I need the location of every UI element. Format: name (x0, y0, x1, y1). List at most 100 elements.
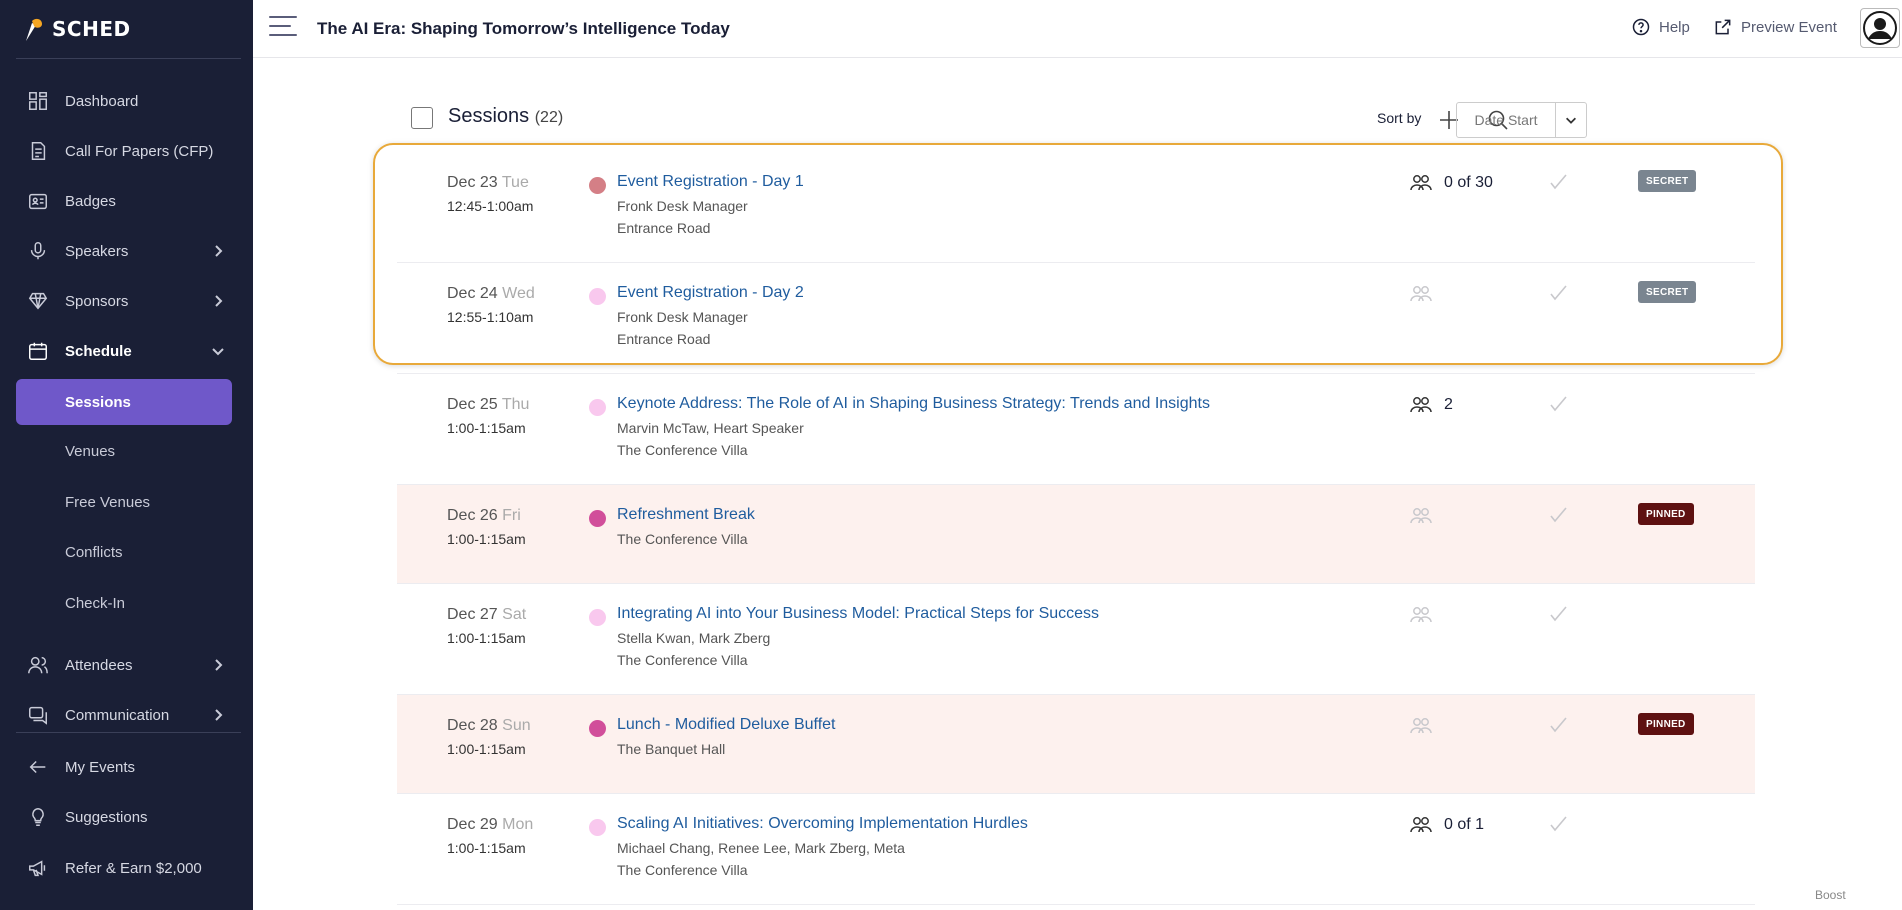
checkmark-icon[interactable] (1546, 503, 1570, 527)
capacity-icon[interactable] (1409, 172, 1433, 194)
session-type-dot (589, 399, 606, 416)
hamburger-menu-icon[interactable] (269, 16, 297, 40)
sidebar-item-badges[interactable]: Badges (16, 178, 232, 224)
session-row[interactable]: Dec 23 Tue 12:45-1:00am Event Registration… (397, 152, 1755, 263)
sidebar-subitem-sessions[interactable]: Sessions (16, 379, 232, 425)
session-row[interactable]: Dec 24 Wed 12:55-1:10am Event Registration… (397, 263, 1755, 374)
session-title-link[interactable]: Integrating AI into Your Business Model:… (617, 605, 1099, 623)
capacity-text: 2 (1444, 396, 1453, 413)
chat-icon (26, 703, 50, 727)
session-time: 1:00-1:15am (447, 531, 526, 547)
session-date-day: Dec 25 (447, 396, 498, 413)
sidebar-item-label: Schedule (65, 342, 132, 360)
sidebar-item-schedule[interactable]: Schedule (16, 328, 232, 374)
session-row[interactable]: Dec 29 Mon 1:00-1:15am Scaling AI Initiati… (397, 794, 1755, 905)
sidebar-item-label: Badges (65, 192, 116, 210)
session-date-weekday: Fri (502, 507, 521, 524)
calendar-icon (26, 339, 50, 363)
sidebar-subitem-conflicts[interactable]: Conflicts (16, 529, 232, 575)
session-date: Dec 23 Tue (447, 174, 529, 192)
checkmark-icon[interactable] (1546, 170, 1570, 194)
session-date-weekday: Thu (501, 396, 530, 413)
checkmark-icon[interactable] (1546, 281, 1570, 305)
sidebar-subitem-check-in[interactable]: Check-In (16, 580, 232, 626)
sidebar-subitem-venues[interactable]: Venues (16, 428, 232, 474)
sidebar: SCHED Dashboard Call For Papers (CFP) Ba… (0, 0, 253, 910)
session-row[interactable]: Dec 28 Sun 1:00-1:15am Lunch - Modified De… (397, 695, 1755, 794)
sort-dropdown-button[interactable] (1555, 102, 1587, 138)
checkmark-icon[interactable] (1546, 713, 1570, 737)
capacity-icon[interactable] (1409, 604, 1433, 626)
capacity-icon[interactable] (1409, 814, 1433, 836)
sidebar-divider (16, 58, 241, 59)
sidebar-item-label: Refer & Earn $2,000 (65, 859, 202, 877)
session-time: 12:45-1:00am (447, 198, 534, 214)
help-label: Help (1659, 18, 1690, 36)
session-date: Dec 24 Wed (447, 285, 535, 303)
chevron-right-icon (210, 243, 226, 259)
preview-event-link[interactable]: Preview Event (1713, 17, 1837, 37)
session-title-link[interactable]: Lunch - Modified Deluxe Buffet (617, 716, 836, 734)
session-date-day: Dec 24 (447, 285, 498, 302)
session-date-day: Dec 29 (447, 816, 498, 833)
session-title-link[interactable]: Scaling AI Initiatives: Overcoming Imple… (617, 815, 1028, 833)
sidebar-item-label: Speakers (65, 242, 129, 260)
sidebar-item-label: Dashboard (65, 92, 139, 110)
capacity-text: 0 of 30 (1444, 174, 1493, 191)
people-icon (26, 653, 50, 677)
user-avatar-icon (1863, 11, 1897, 45)
capacity-icon[interactable] (1409, 394, 1433, 416)
capacity-icon[interactable] (1409, 505, 1433, 527)
capacity-icon[interactable] (1409, 715, 1433, 737)
sidebar-item-label: Attendees (65, 656, 133, 674)
checkmark-icon[interactable] (1546, 812, 1570, 836)
sched-logo[interactable]: SCHED (22, 14, 131, 44)
session-row[interactable]: Dec 27 Sat 1:00-1:15am Integrating AI into… (397, 584, 1755, 695)
session-location: The Conference Villa (617, 862, 748, 878)
session-title-link[interactable]: Event Registration - Day 1 (617, 173, 804, 191)
session-location: Entrance Road (617, 331, 711, 347)
sidebar-item-attendees[interactable]: Attendees (16, 642, 232, 688)
session-row[interactable]: Dec 26 Fri 1:00-1:15am Refreshment Break Th… (397, 485, 1755, 584)
select-all-checkbox[interactable] (411, 107, 433, 129)
dashboard-icon (26, 89, 50, 113)
sidebar-item-refer-earn[interactable]: Refer & Earn $2,000 (16, 845, 232, 891)
sessions-count: (22) (534, 109, 564, 126)
sidebar-item-my-events[interactable]: My Events (16, 744, 232, 790)
session-date-day: Dec 28 (447, 717, 498, 734)
sidebar-item-speakers[interactable]: Speakers (16, 228, 232, 274)
session-location: Entrance Road (617, 220, 711, 236)
sidebar-item-label: Sponsors (65, 292, 129, 310)
sidebar-item-dashboard[interactable]: Dashboard (16, 78, 232, 124)
help-link[interactable]: Help (1631, 17, 1690, 37)
session-date: Dec 25 Thu (447, 396, 529, 414)
checkmark-icon[interactable] (1546, 602, 1570, 626)
sidebar-item-suggestions[interactable]: Suggestions (16, 794, 232, 840)
session-date-weekday: Wed (502, 285, 535, 302)
external-link-icon (1715, 19, 1731, 35)
sidebar-item-cfp[interactable]: Call For Papers (CFP) (16, 128, 232, 174)
pinned-badge: PINNED (1638, 713, 1694, 735)
help-icon (1632, 18, 1650, 36)
session-title-link[interactable]: Refreshment Break (617, 506, 755, 524)
session-time: 1:00-1:15am (447, 420, 526, 436)
session-detail: Michael Chang, Renee Lee, Mark Zberg, Me… (617, 840, 905, 856)
sidebar-item-sponsors[interactable]: Sponsors (16, 278, 232, 324)
session-detail: Fronk Desk Manager (617, 309, 748, 325)
session-row[interactable]: Dec 25 Thu 1:00-1:15am Keynote Address: Th… (397, 374, 1755, 485)
session-title-link[interactable]: Event Registration - Day 2 (617, 284, 804, 302)
sidebar-item-label: My Events (65, 758, 136, 776)
chevron-down-icon (210, 343, 226, 359)
checkmark-icon[interactable] (1546, 392, 1570, 416)
sort-label: Sort by (1377, 110, 1422, 126)
avatar[interactable] (1860, 8, 1900, 48)
session-date-weekday: Sun (502, 717, 531, 734)
session-type-dot (589, 177, 606, 194)
session-title-link[interactable]: Keynote Address: The Role of AI in Shapi… (617, 395, 1210, 413)
sidebar-subitem-free-venues[interactable]: Free Venues (16, 479, 232, 525)
sort-select[interactable]: Date Start (1456, 102, 1556, 138)
session-type-dot (589, 720, 606, 737)
capacity-icon[interactable] (1409, 283, 1433, 305)
session-type-dot (589, 288, 606, 305)
sidebar-divider (16, 732, 241, 733)
